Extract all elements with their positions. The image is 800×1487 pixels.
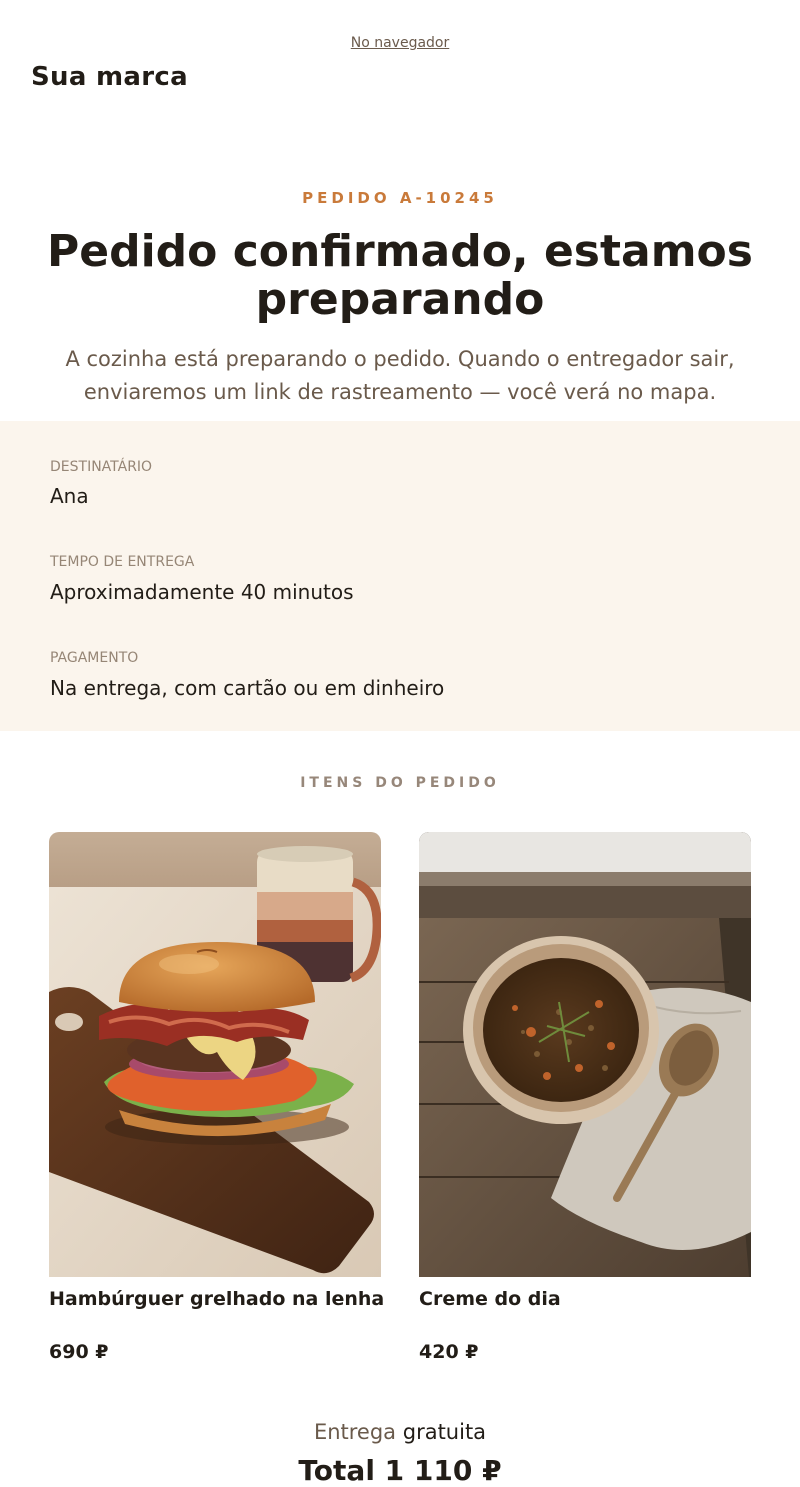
item-price: 420 ₽	[419, 1341, 479, 1363]
recipient-value: Ana	[50, 484, 89, 508]
recipient-label: DESTINATÁRIO	[50, 459, 153, 475]
delivery-value: gratuita	[402, 1420, 487, 1444]
page-subtitle: A cozinha está preparando o pedido. Quan…	[65, 347, 735, 404]
item-name: Hambúrguer grelhado na lenha	[49, 1288, 385, 1310]
page-title: Pedido confirmado, estamos preparando	[47, 226, 753, 325]
order-item: Creme do dia 420 ₽	[419, 832, 751, 1363]
delivery-cost: Entrega gratuita	[0, 1420, 800, 1444]
payment-label: PAGAMENTO	[50, 650, 139, 666]
lentil-soup-photo	[419, 832, 751, 1277]
delivery-label: Entrega	[313, 1420, 397, 1444]
payment-value: Na entrega, com cartão ou em dinheiro	[50, 676, 445, 700]
item-name: Creme do dia	[419, 1288, 561, 1310]
delivery-time-label: TEMPO DE ENTREGA	[50, 554, 195, 570]
order-total: Total 1 110 ₽	[298, 1454, 502, 1487]
item-price: 690 ₽	[49, 1341, 109, 1363]
order-item: Hambúrguer grelhado na lenha 690 ₽	[49, 832, 384, 1363]
order-items-heading: ITENS DO PEDIDO	[300, 775, 500, 791]
burger-photo	[49, 832, 381, 1277]
delivery-time-value: Aproximadamente 40 minutos	[50, 580, 354, 604]
brand-logo-text: Sua marca	[31, 62, 188, 92]
view-in-browser-link[interactable]: No navegador	[0, 35, 800, 51]
order-number-label: PEDIDO A-10245	[302, 189, 498, 207]
order-details-panel: DESTINATÁRIO Ana TEMPO DE ENTREGA Aproxi…	[0, 421, 800, 731]
